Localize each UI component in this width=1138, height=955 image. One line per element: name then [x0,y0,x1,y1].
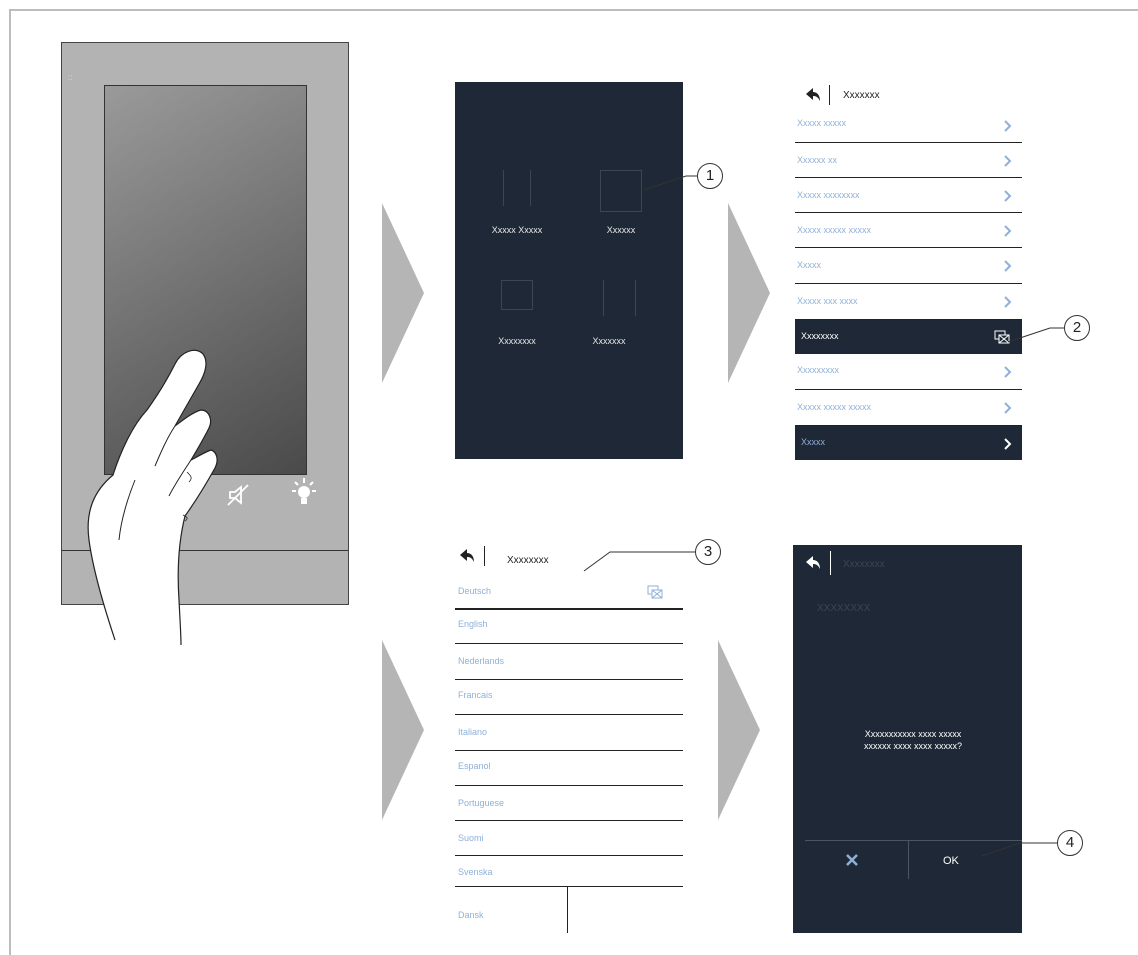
chevron-right-icon [1004,438,1012,450]
menu-item-1-icon [499,170,535,206]
light-bulb-icon[interactable] [288,475,320,511]
settings-row[interactable]: Xxxxx [795,248,1022,284]
chevron-right-icon [1004,225,1012,237]
settings-row-label: Xxxxxx xx [797,155,838,165]
flow-arrow-1 [382,203,424,383]
settings-row-label: Xxxxxxxx [801,331,839,341]
language-label: Espanol [458,761,491,771]
flow-arrow-2 [728,203,770,383]
confirm-message-line-1: Xxxxxxxxxxx xxxx xxxxx [864,729,962,739]
menu-item-3-icon [501,280,533,310]
settings-row-label: Xxxxx xxx xxxx [797,296,858,306]
confirm-message-line-2: xxxxxx xxxx xxxx xxxxx? [863,741,962,751]
back-arrow-icon[interactable] [805,88,821,102]
scroll-indicator [567,886,568,933]
menu-item-2-icon [600,170,642,212]
ok-button[interactable]: OK [943,855,959,867]
confirm-header: Xxxxxxxx [793,545,1022,575]
settings-title: Xxxxxxx [843,90,880,101]
language-flags-icon [647,585,663,599]
language-label: Deutsch [458,586,492,596]
language-label: English [458,619,488,629]
language-option[interactable]: Francais [455,680,683,715]
settings-row-label: Xxxxx [797,260,822,270]
header-separator [829,85,830,105]
button-divider [805,840,1022,841]
cancel-icon[interactable] [843,851,861,869]
language-label: Dansk [458,910,484,920]
button-separator [908,841,909,879]
menu-item-2[interactable]: Xxxxxx [571,225,671,235]
language-option[interactable]: Italiano [455,715,683,751]
callout-4: 4 [1057,830,1083,856]
settings-row[interactable]: Xxxxx xxxxx xxxxx [795,390,1022,426]
chevron-right-icon [1004,296,1012,308]
callout-1: 1 [697,163,723,189]
flow-arrow-3 [382,640,424,820]
language-flags-icon [994,330,1010,344]
home-menu-screen: Xxxxx Xxxxx Xxxxxx Xxxxxxxx Xxxxxxx [455,82,683,459]
language-option[interactable]: Portuguese [455,786,683,821]
language-option-deutsch[interactable]: Deutsch [455,573,683,609]
settings-header: Xxxxxxx [795,82,1022,108]
menu-item-1[interactable]: Xxxxx Xxxxx [467,225,567,235]
language-label: Svenska [458,867,493,877]
settings-row-label: Xxxxx xxxxx [797,118,847,128]
settings-row-language-selected[interactable]: Xxxxxxxx [795,320,1022,354]
settings-row-label: Xxxxx xxxxx xxxxx [797,402,872,412]
chevron-right-icon [1004,120,1012,132]
settings-row-label: Xxxxxxxxx [797,365,840,375]
language-option[interactable]: Espanol [455,751,683,786]
confirm-message: Xxxxxxxxxxx xxxx xxxxx xxxxxx xxxx xxxx … [813,728,1013,752]
language-screen: Xxxxxxxx Deutsch English Nederlands Fran… [455,543,683,933]
settings-row[interactable]: Xxxxx xxx xxxx [795,284,1022,320]
settings-screen: Xxxxxxx Xxxxx xxxxx Xxxxxx xx Xxxxx xxxx… [795,82,1022,460]
chevron-right-icon [1004,155,1012,167]
header-separator [830,551,831,575]
language-title: Xxxxxxxx [507,555,549,566]
settings-row[interactable]: Xxxxxxxxx [795,354,1022,390]
settings-row[interactable]: Xxxxx xxxxxxxx [795,178,1022,213]
callout-3: 3 [695,539,721,565]
confirm-dialog-screen: Xxxxxxxx XXXXXXXX Xxxxxxxxxxx xxxx xxxxx… [793,545,1022,933]
settings-row[interactable]: Xxxxx xxxxx [795,108,1022,143]
language-label: Francais [458,690,493,700]
menu-item-4-icon [601,280,637,316]
language-label: Italiano [458,727,488,737]
menu-item-4[interactable]: Xxxxxxx [559,336,659,346]
language-option[interactable]: Dansk [455,888,683,928]
frame-top-border [9,9,1138,11]
confirm-title: Xxxxxxxx [843,559,885,570]
language-label: Suomi [458,833,484,843]
menu-item-3[interactable]: Xxxxxxxx [467,336,567,346]
settings-row[interactable]: Xxxxxx xx [795,143,1022,178]
back-arrow-icon[interactable] [805,556,821,570]
language-option[interactable]: Suomi [455,821,683,856]
chevron-right-icon [1004,260,1012,272]
back-arrow-icon[interactable] [459,549,475,563]
language-header: Xxxxxxxx [455,543,683,569]
settings-row-label: Xxxxx [801,437,826,447]
language-option[interactable]: Svenska [455,856,683,887]
chevron-right-icon [1004,190,1012,202]
frame-left-border [9,9,11,955]
settings-row-label: Xxxxx xxxxx xxxxx [797,225,872,235]
hand-pointer-icon [87,349,218,646]
language-option[interactable]: English [455,609,683,644]
confirm-subtitle: XXXXXXXX [817,603,871,614]
language-option[interactable]: Nederlands [455,644,683,680]
language-label: Nederlands [458,656,505,666]
chevron-right-icon [1004,402,1012,414]
sensor-dots: :: [68,73,73,82]
chevron-right-icon [1004,366,1012,378]
header-separator [484,546,485,566]
flow-arrow-4 [718,640,760,820]
settings-row[interactable]: Xxxxx [795,426,1022,460]
settings-row-label: Xxxxx xxxxxxxx [797,190,860,200]
settings-row[interactable]: Xxxxx xxxxx xxxxx [795,213,1022,248]
callout-2: 2 [1064,315,1090,341]
language-label: Portuguese [458,798,505,808]
